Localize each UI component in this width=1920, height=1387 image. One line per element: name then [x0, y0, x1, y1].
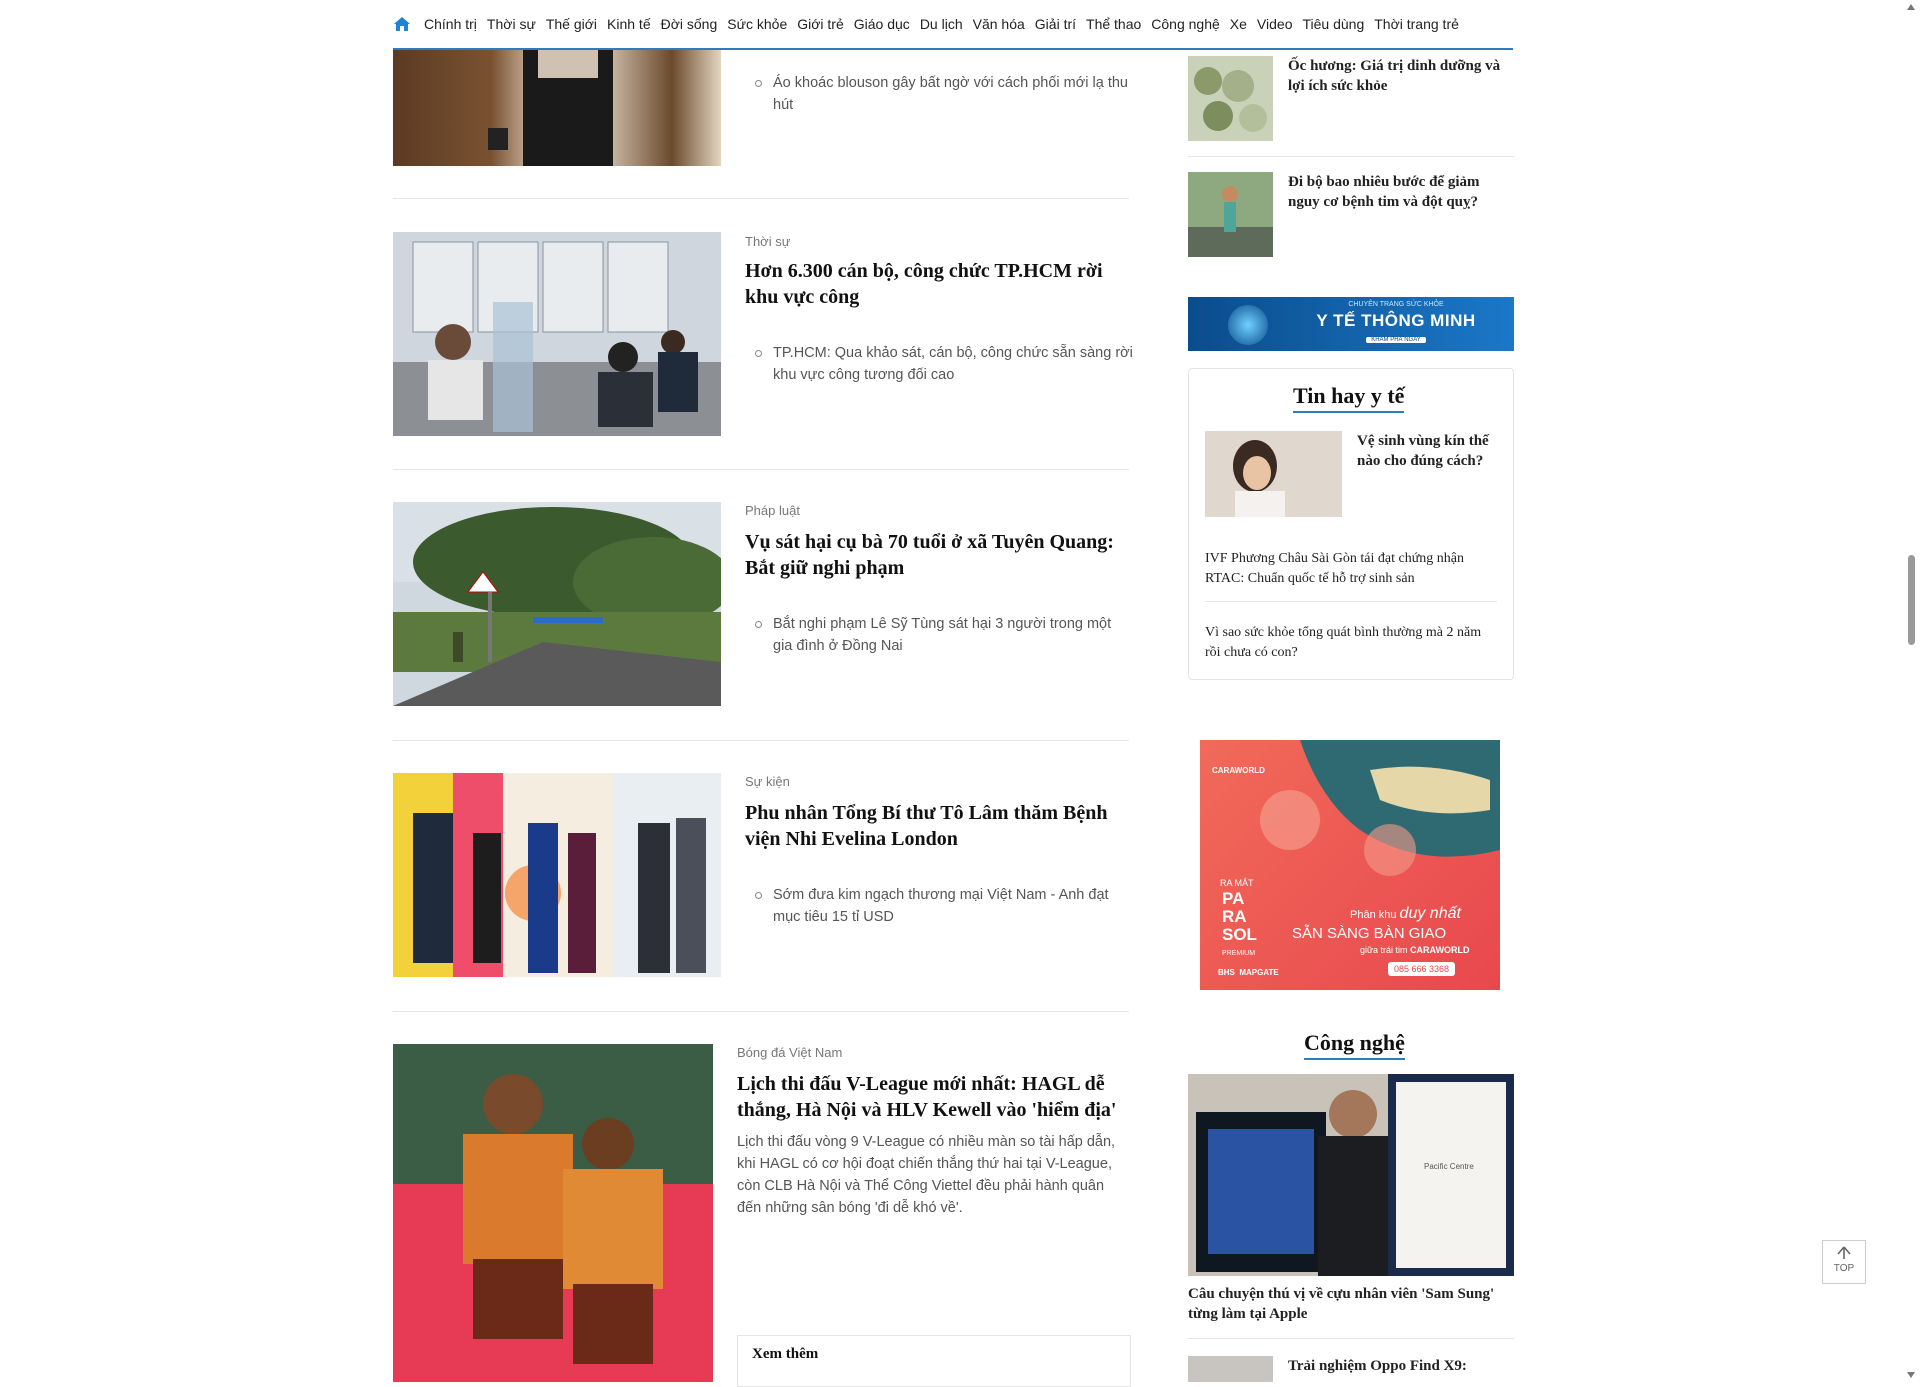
- ad-parasol: PA RA SOL: [1222, 889, 1257, 944]
- tin-hay-y-te-box: Tin hay y tế Vệ sinh vùng kín thế nào ch…: [1188, 368, 1514, 680]
- article-item: Sự kiện Phu nhân Tổng Bí thư Tô Lâm thăm…: [393, 740, 1129, 1012]
- nav-item-giao-duc[interactable]: Giáo dục: [854, 16, 910, 32]
- sidebar-news-item[interactable]: Ốc hương: Giá trị dinh dưỡng và lợi ích …: [1188, 56, 1514, 157]
- banner-title: Y TẾ THÔNG MINH: [1316, 311, 1476, 330]
- nav-item-xe[interactable]: Xe: [1230, 16, 1247, 32]
- sidebar-news-item[interactable]: Đi bộ bao nhiêu bước để giảm nguy cơ bện…: [1188, 172, 1514, 258]
- nav-item-the-thao[interactable]: Thể thao: [1086, 16, 1141, 32]
- section-heading[interactable]: Công nghệ: [1304, 1030, 1405, 1060]
- ad-line2: SẴN SÀNG BÀN GIAO: [1292, 925, 1447, 942]
- card-text: Pacific Centre: [1424, 1162, 1474, 1171]
- nav-item-doi-song[interactable]: Đời sống: [661, 16, 718, 32]
- related-link[interactable]: Áo khoác blouson gây bất ngờ với cách ph…: [745, 72, 1133, 116]
- ad-premium: PREMIUM: [1222, 950, 1256, 957]
- sidebar-news-item[interactable]: Trải nghiệm Oppo Find X9:: [1188, 1356, 1514, 1382]
- nav-item-gioi-tre[interactable]: Giới trẻ: [797, 16, 844, 32]
- sidebar-news-title[interactable]: Trải nghiệm Oppo Find X9:: [1288, 1356, 1514, 1376]
- news-thumbnail[interactable]: Pacific Centre: [1188, 1074, 1514, 1276]
- article-category[interactable]: Bóng đá Việt Nam: [737, 1045, 842, 1060]
- article-category[interactable]: Thời sự: [745, 234, 790, 249]
- ad-line1: Phân khu duy nhất: [1350, 905, 1461, 922]
- article-item: Thời sự Hơn 6.300 cán bộ, công chức TP.H…: [393, 198, 1133, 470]
- article-title[interactable]: Hơn 6.300 cán bộ, công chức TP.HCM rời k…: [745, 258, 1115, 310]
- news-thumbnail[interactable]: [1188, 1356, 1273, 1382]
- nav-item-the-gioi[interactable]: Thế giới: [546, 16, 597, 32]
- scroll-down-arrow-icon[interactable]: [1907, 1372, 1915, 1378]
- nav-item-kinh-te[interactable]: Kinh tế: [607, 16, 651, 32]
- nav-item-thoi-su[interactable]: Thời sự: [487, 16, 536, 32]
- nav-item-du-lich[interactable]: Du lịch: [920, 16, 963, 32]
- nav-item-thoi-trang-tre[interactable]: Thời trang trẻ: [1374, 16, 1459, 32]
- news-link[interactable]: Vì sao sức khỏe tổng quát bình thường mà…: [1205, 623, 1497, 663]
- advertisement[interactable]: CARAWORLD RA MẮT PA RA SOL PREMIUM Phân kh…: [1200, 740, 1500, 990]
- article-sapo: Lịch thi đấu vòng 9 V-League có nhiều mà…: [737, 1134, 1116, 1216]
- lead-news-title[interactable]: Câu chuyện thú vị về cựu nhân viên 'Sam …: [1188, 1284, 1514, 1339]
- sidebar-news-title[interactable]: Ốc hương: Giá trị dinh dưỡng và lợi ích …: [1288, 56, 1514, 96]
- nav-item-tieu-dung[interactable]: Tiêu dùng: [1302, 16, 1364, 32]
- home-icon[interactable]: [393, 14, 413, 34]
- news-link[interactable]: IVF Phương Châu Sài Gòn tái đạt chứng nh…: [1205, 549, 1497, 602]
- arrow-up-icon: [1837, 1246, 1851, 1259]
- back-to-top-button[interactable]: TOP: [1822, 1240, 1866, 1284]
- page-scrollbar[interactable]: [1906, 0, 1916, 1382]
- news-thumbnail[interactable]: [1188, 172, 1273, 257]
- lead-news-title[interactable]: Vệ sinh vùng kín thế nào cho đúng cách?: [1357, 431, 1497, 471]
- nav-item-video[interactable]: Video: [1257, 16, 1293, 32]
- scroll-up-arrow-icon[interactable]: [1907, 4, 1915, 10]
- article-thumbnail[interactable]: [393, 502, 721, 706]
- nav-item-suc-khoe[interactable]: Sức khỏe: [727, 16, 787, 32]
- y-te-thong-minh-banner[interactable]: CHUYÊN TRANG SỨC KHỎE Y TẾ THÔNG MINH KH…: [1188, 297, 1514, 351]
- article-thumbnail[interactable]: [393, 1044, 713, 1382]
- banner-button[interactable]: KHÁM PHÁ NGAY: [1366, 337, 1426, 343]
- nav-item-giai-tri[interactable]: Giải trí: [1035, 16, 1076, 32]
- nav-item-van-hoa[interactable]: Văn hóa: [973, 16, 1025, 32]
- article-title[interactable]: Vụ sát hại cụ bà 70 tuổi ở xã Tuyên Quan…: [745, 529, 1115, 581]
- ad-launch: RA MẮT: [1220, 878, 1254, 888]
- nav-item-cong-nghe[interactable]: Công nghệ: [1151, 16, 1220, 32]
- article-title[interactable]: Phu nhân Tổng Bí thư Tô Lâm thăm Bệnh vi…: [745, 800, 1115, 852]
- brain-icon: [1228, 305, 1268, 345]
- ad-brand: CARAWORLD: [1212, 766, 1265, 775]
- sidebar-news-title[interactable]: Đi bộ bao nhiêu bước để giảm nguy cơ bện…: [1288, 172, 1514, 212]
- article-thumbnail[interactable]: [393, 48, 721, 166]
- main-nav: Chính trị Thời sự Thế giới Kinh tế Đời s…: [393, 0, 1513, 50]
- article-title[interactable]: Lịch thi đấu V-League mới nhất: HAGL dễ …: [737, 1071, 1122, 1123]
- nav-item-chinh-tri[interactable]: Chính trị: [424, 16, 477, 32]
- news-thumbnail[interactable]: [1205, 431, 1342, 517]
- article-category[interactable]: Pháp luật: [745, 503, 800, 518]
- news-thumbnail[interactable]: [1188, 56, 1273, 141]
- related-link[interactable]: Sớm đưa kim ngạch thương mại Việt Nam - …: [745, 884, 1133, 928]
- related-link[interactable]: TP.HCM: Qua khảo sát, cán bộ, công chức …: [745, 342, 1133, 386]
- ad-line3: giữa trái tim CARAWORLD: [1360, 945, 1470, 955]
- ad-logos: BHS MAPGATE: [1218, 968, 1279, 977]
- banner-small-text: CHUYÊN TRANG SỨC KHỎE: [1348, 301, 1444, 308]
- article-thumbnail[interactable]: [393, 232, 721, 436]
- article-item-featured: Bóng đá Việt Nam Lịch thi đấu V-League m…: [393, 1011, 1131, 1387]
- article-thumbnail[interactable]: [393, 773, 721, 977]
- scrollbar-thumb[interactable]: [1908, 555, 1915, 645]
- ad-phone[interactable]: 085 666 3368: [1388, 962, 1456, 976]
- related-link[interactable]: Bắt nghi phạm Lê Sỹ Tùng sát hại 3 người…: [745, 613, 1133, 657]
- article-item: Pháp luật Vụ sát hại cụ bà 70 tuổi ở xã …: [393, 469, 1129, 741]
- see-more-box: Xem thêm: [737, 1335, 1131, 1387]
- top-label: TOP: [1833, 1263, 1855, 1274]
- section-heading[interactable]: Tin hay y tế: [1293, 383, 1405, 413]
- article-category[interactable]: Sự kiện: [745, 774, 790, 789]
- see-more-label[interactable]: Xem thêm: [752, 1346, 818, 1363]
